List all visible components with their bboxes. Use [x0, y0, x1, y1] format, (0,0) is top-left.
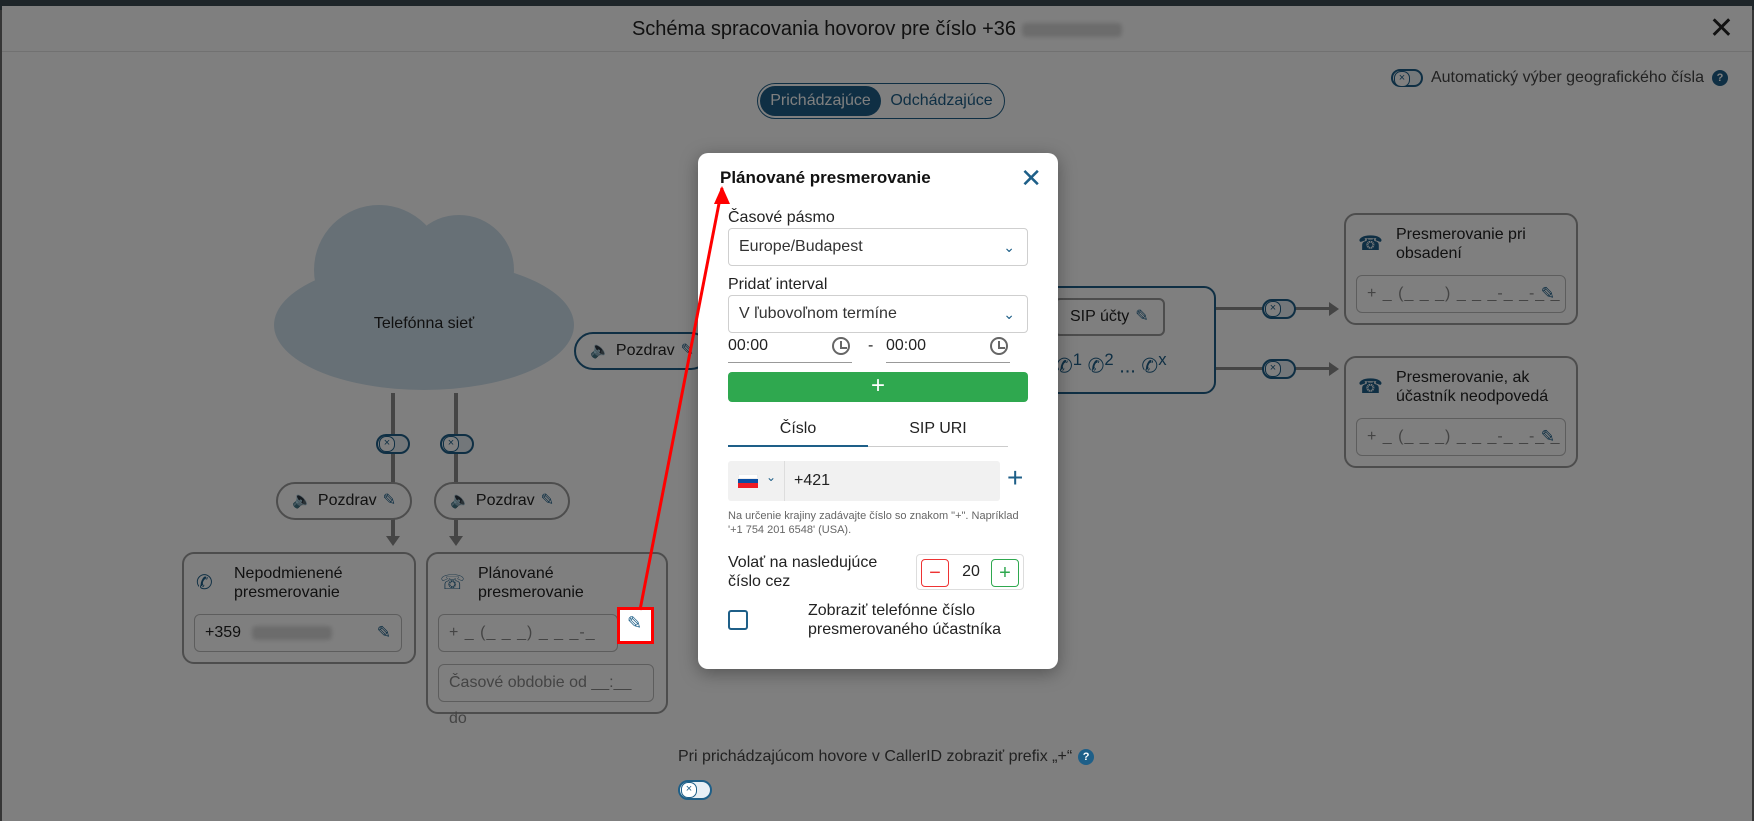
phone-input[interactable]: ⌄ +421: [728, 461, 1000, 501]
tab-number[interactable]: Číslo: [728, 411, 868, 447]
time-from-input[interactable]: 00:00: [728, 333, 852, 363]
timezone-label: Časové pásmo: [728, 209, 835, 226]
time-from-value: 00:00: [728, 337, 769, 354]
decrement-button[interactable]: −: [921, 559, 949, 587]
chevron-down-icon: ⌄: [1003, 239, 1015, 255]
chevron-down-icon: ⌄: [1003, 306, 1015, 322]
interval-label: Pridať interval: [728, 276, 828, 293]
edit-icon: ✎: [627, 613, 643, 633]
slovakia-flag-icon[interactable]: [738, 474, 758, 488]
scheduled-forwarding-dialog: Plánované presmerovanie ✕ Časové pásmo E…: [698, 153, 1058, 669]
highlighted-edit-button[interactable]: ✎: [617, 607, 654, 644]
interval-select[interactable]: V ľubovoľnom termíne ⌄: [728, 295, 1028, 333]
clock-icon[interactable]: [990, 337, 1008, 355]
time-to-input[interactable]: 00:00: [886, 333, 1010, 363]
callerid-prefix-toggle[interactable]: [678, 780, 712, 800]
seconds-value[interactable]: 20: [955, 555, 987, 589]
add-number-button[interactable]: +: [1007, 462, 1023, 494]
tab-divider: [868, 446, 1008, 447]
tab-sip-uri[interactable]: SIP URI: [868, 411, 1008, 447]
add-interval-button[interactable]: +: [728, 372, 1028, 402]
timezone-value: Europe/Budapest: [739, 238, 863, 255]
time-separator: -: [868, 337, 874, 354]
divider: [784, 461, 785, 501]
phone-value: +421: [794, 472, 831, 489]
increment-button[interactable]: +: [991, 559, 1019, 587]
interval-value: V ľubovoľnom termíne: [739, 305, 897, 322]
call-through-label: Volať na nasledujúce číslo cez: [728, 554, 878, 590]
time-to-value: 00:00: [886, 337, 927, 354]
close-icon[interactable]: ✕: [1020, 163, 1042, 194]
callerid-prefix-label: Pri prichádzajúcom hovore v CallerID zob…: [678, 748, 1073, 765]
seconds-stepper: − 20 +: [916, 554, 1024, 590]
show-number-checkbox[interactable]: [728, 610, 748, 630]
timezone-select[interactable]: Europe/Budapest ⌄: [728, 228, 1028, 266]
phone-hint: Na určenie krajiny zadávajte číslo so zn…: [728, 510, 1019, 536]
callerid-prefix-setting: Pri prichádzajúcom hovore v CallerID zob…: [678, 748, 1095, 766]
chevron-down-icon[interactable]: ⌄: [766, 470, 776, 484]
clock-icon[interactable]: [832, 337, 850, 355]
show-number-label: Zobraziť telefónne číslo presmerovaného …: [808, 602, 1001, 638]
dialog-title: Plánované presmerovanie: [720, 168, 931, 187]
help-icon[interactable]: ?: [1078, 749, 1095, 765]
